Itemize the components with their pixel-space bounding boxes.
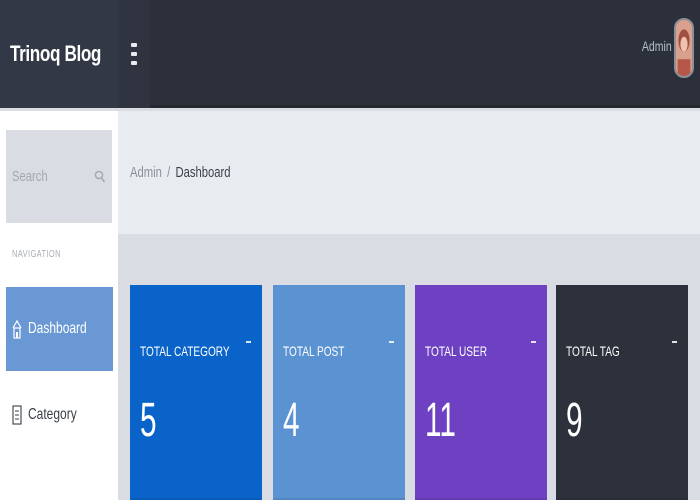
sidebar-item-dashboard[interactable]: Dashboard — [6, 287, 113, 371]
search-input[interactable]: Search — [6, 130, 112, 223]
breadcrumb-current: Dashboard — [175, 164, 231, 181]
stat-card-value: 5 — [140, 394, 157, 447]
brand-logo[interactable]: Trinoq Blog — [0, 0, 118, 108]
brand-name: Trinoq Blog — [10, 41, 102, 66]
top-navbar: Trinoq Blog Admin — [0, 0, 700, 108]
stat-card-title: TOTAL POST — [283, 343, 345, 359]
avatar[interactable] — [674, 18, 694, 78]
stat-card-post[interactable]: TOTAL POST 4 — [273, 285, 405, 500]
breadcrumb: Admin / Dashboard — [130, 164, 231, 181]
stat-card-title: TOTAL USER — [425, 343, 487, 359]
sidebar-item-label: Dashboard — [28, 320, 87, 337]
search-icon[interactable] — [94, 166, 106, 188]
sidebar-item-label: Category — [28, 406, 77, 423]
sidebar-item-category[interactable]: Category — [6, 373, 113, 457]
home-icon — [12, 319, 22, 339]
stat-card-user[interactable]: TOTAL USER 11 — [415, 285, 547, 500]
stat-card-tag[interactable]: TOTAL TAG 9 — [556, 285, 688, 500]
breadcrumb-separator: / — [167, 164, 171, 181]
nav-section-header: NAVIGATION — [12, 249, 61, 260]
stat-card-value: 4 — [283, 394, 300, 447]
more-options-icon[interactable] — [389, 339, 395, 345]
more-options-icon[interactable] — [531, 339, 537, 345]
breadcrumb-bar: Admin / Dashboard — [118, 111, 700, 234]
stat-card-value: 11 — [425, 394, 456, 447]
stat-card-title: TOTAL CATEGORY — [140, 343, 230, 359]
search-placeholder: Search — [12, 168, 48, 185]
more-options-icon[interactable] — [672, 339, 678, 345]
sidebar: Search NAVIGATION Dashboard Category — [0, 111, 118, 500]
breadcrumb-root[interactable]: Admin — [130, 164, 162, 181]
user-name[interactable]: Admin — [642, 38, 672, 54]
menu-toggle-button[interactable] — [118, 0, 150, 108]
stat-card-title: TOTAL TAG — [566, 343, 620, 359]
hamburger-icon — [131, 43, 137, 65]
more-options-icon[interactable] — [246, 339, 252, 345]
stat-card-value: 9 — [566, 394, 583, 447]
list-icon — [12, 405, 22, 425]
dashboard-content: TOTAL CATEGORY 5 TOTAL POST 4 TOTAL USER… — [118, 234, 700, 500]
stat-card-category[interactable]: TOTAL CATEGORY 5 — [130, 285, 262, 500]
